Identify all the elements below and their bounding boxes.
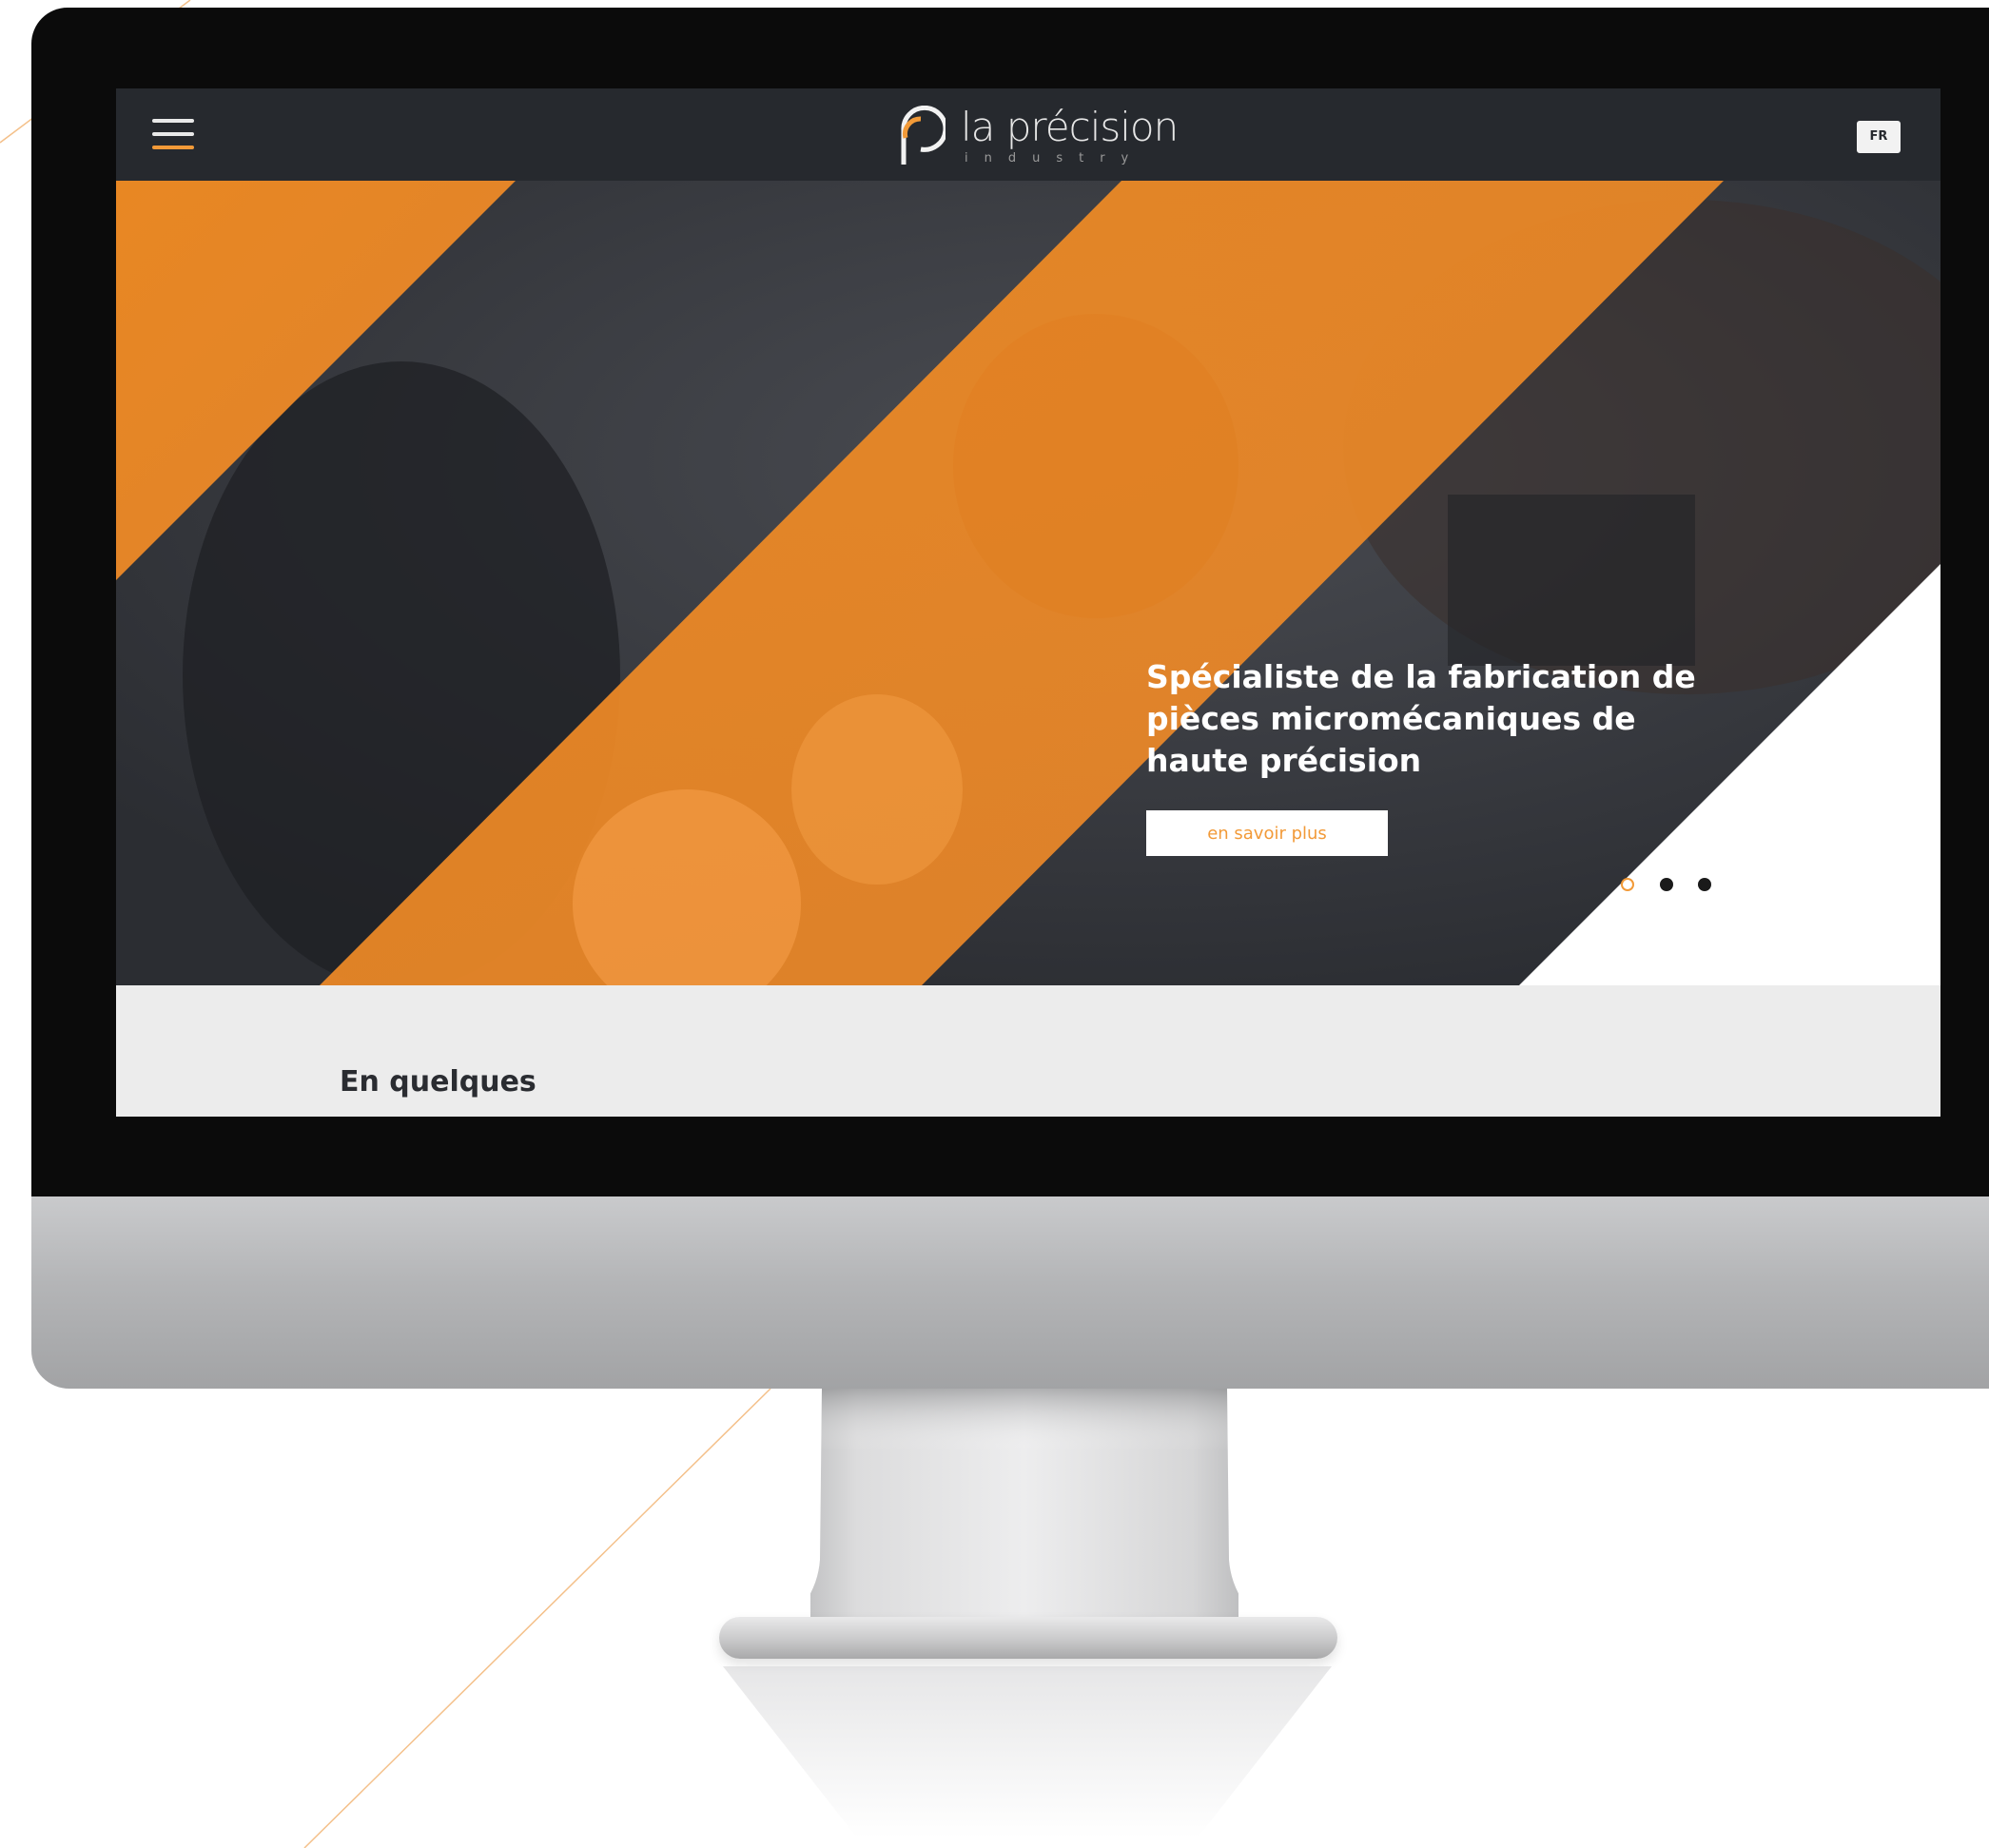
site-logo[interactable]: la précision industry [896,102,1181,170]
hamburger-menu-icon[interactable] [152,117,194,151]
slider-dot-3[interactable] [1698,878,1711,891]
hero-background-image [116,181,1940,985]
monitor-chin [31,1196,1989,1389]
language-switch-button[interactable]: FR [1857,121,1901,153]
menu-line-accent [152,146,194,149]
section-title: En quelques [340,1065,536,1099]
learn-more-button[interactable]: en savoir plus [1146,810,1388,856]
intro-section: En quelques [116,985,1940,1117]
menu-line [152,119,194,123]
monitor-screen: Spécialiste de la fabrication de pièces … [116,88,1940,1117]
slider-dot-1[interactable] [1621,878,1634,891]
top-navigation-bar: la précision industry FR [116,88,1940,181]
menu-line [152,132,194,136]
slider-dot-2[interactable] [1660,878,1673,891]
monitor-stand-foot [719,1617,1337,1659]
showcase-canvas: Spécialiste de la fabrication de pièces … [0,0,1989,1848]
logo-wordmark: la précision [961,104,1179,150]
p-monogram-logo-icon [901,106,946,165]
hero-slider: Spécialiste de la fabrication de pièces … [116,181,1940,985]
monitor-stand-neck [810,1389,1238,1638]
logo-subtitle: industry [965,151,1145,165]
hero-headline: Spécialiste de la fabrication de pièces … [1146,658,1696,779]
